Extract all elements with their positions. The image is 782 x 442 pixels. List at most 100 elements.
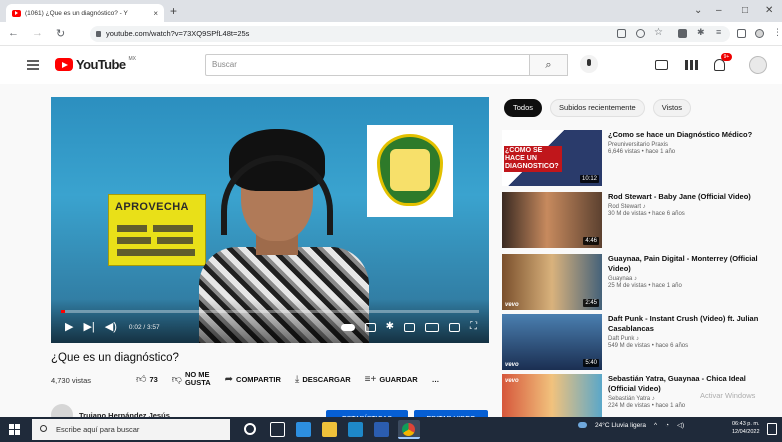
settings-gear-icon[interactable]: ✱ — [386, 320, 394, 334]
video-thumbnail[interactable]: vevo 5:40 — [502, 314, 602, 370]
autoplay-toggle[interactable] — [340, 323, 355, 331]
sign-line — [117, 237, 151, 244]
tab-close-button[interactable]: × — [153, 9, 158, 18]
video-thumbnail[interactable]: vevo 2:45 — [502, 254, 602, 310]
search-button[interactable]: ⌕ — [530, 54, 568, 76]
cast-icon[interactable] — [449, 322, 460, 332]
youtube-logo[interactable]: YouTube MX — [55, 55, 136, 72]
video-player[interactable]: APROVECHA ▶ ▶| ◀) 0:02 / 3:57 ✱ ⛶ — [51, 97, 489, 343]
download-button[interactable]: ⤓ DESCARGAR — [295, 374, 351, 385]
video-thumbnail[interactable]: vevo — [502, 374, 602, 417]
sign-line — [157, 237, 193, 244]
mail-icon[interactable] — [374, 422, 389, 437]
recommendation-item[interactable]: 4:46 Rod Stewart - Baby Jane (Official V… — [502, 192, 772, 250]
task-view-icon[interactable] — [270, 422, 285, 437]
create-video-icon[interactable] — [655, 60, 668, 70]
filter-chips: Todos Subidos recientemente Vistos — [504, 99, 692, 117]
more-actions-button[interactable]: … — [432, 375, 440, 384]
widgets-icon[interactable] — [296, 422, 311, 437]
chip-watched[interactable]: Vistos — [652, 99, 692, 117]
share-button[interactable]: ➦ COMPARTIR — [225, 374, 281, 385]
fullscreen-icon[interactable]: ⛶ — [470, 320, 477, 334]
recommendation-title[interactable]: ¿Como se hace un Diagnóstico Médico? — [608, 130, 770, 140]
dislike-label: NO ME GUSTA — [185, 371, 211, 387]
recommendation-info: ¿Como se hace un Diagnóstico Médico? Pre… — [608, 130, 770, 155]
install-app-icon[interactable] — [617, 29, 626, 38]
cortana-icon[interactable] — [244, 423, 256, 435]
like-count: 73 — [149, 374, 158, 384]
hamburger-menu-icon[interactable] — [27, 60, 39, 72]
chip-all[interactable]: Todos — [504, 99, 543, 117]
volume-tray-icon[interactable]: ◁) — [677, 421, 684, 429]
puzzle-icon[interactable]: ✱ — [697, 27, 705, 38]
video-actions: 👍︎ 73 👎︎ NO ME GUSTA ➦ COMPARTIR ⤓ DESCA… — [136, 371, 439, 387]
taskbar-search-input[interactable]: Escribe aquí para buscar — [32, 419, 230, 440]
chip-recent[interactable]: Subidos recientemente — [550, 99, 645, 117]
next-icon[interactable]: ▶| — [83, 320, 94, 334]
volume-icon[interactable]: ◀) — [105, 320, 117, 334]
recommendation-title[interactable]: Daft Punk - Instant Crush (Video) ft. Ju… — [608, 314, 770, 334]
file-explorer-icon[interactable] — [322, 422, 337, 437]
profile-icon[interactable] — [755, 29, 764, 38]
recommendation-title[interactable]: Guaynaa, Pain Digital - Monterrey (Offic… — [608, 254, 770, 274]
recommendation-info: Daft Punk - Instant Crush (Video) ft. Ju… — [608, 314, 770, 349]
video-progress-bar[interactable] — [61, 310, 479, 313]
recommendation-channel: Preuniversitario Praxis — [608, 142, 669, 148]
play-icon[interactable]: ▶ — [65, 320, 73, 334]
search-icon: ⌕ — [545, 59, 552, 71]
region-code: MX — [128, 55, 136, 62]
thumbnail-caption: ¿COMO SE HACE UN DIAGNOSTICO? — [504, 146, 562, 172]
weather-text[interactable]: 24°C Lluvia ligera — [595, 422, 646, 429]
recommendation-item[interactable]: ¿COMO SE HACE UN DIAGNOSTICO? 10:12 ¿Com… — [502, 130, 772, 188]
recommendation-meta: 549 M de vistas • hace 6 años — [608, 343, 689, 349]
recommendation-meta: 25 M de vistas • hace 1 año — [608, 283, 682, 289]
store-icon[interactable] — [348, 422, 363, 437]
video-duration: 4:46 — [583, 237, 599, 245]
maximize-button[interactable]: □ — [742, 5, 748, 16]
subtitles-icon[interactable] — [364, 322, 376, 332]
taskbar-clock[interactable]: 06:43 p. m. 12/04/2022 — [732, 420, 760, 436]
reading-list-icon[interactable]: ≡ — [716, 27, 721, 37]
reload-icon[interactable]: ↻ — [56, 27, 65, 40]
video-thumbnail[interactable]: 4:46 — [502, 192, 602, 248]
share-icon[interactable] — [636, 29, 645, 38]
account-avatar[interactable] — [749, 56, 767, 74]
theater-mode-icon[interactable] — [425, 322, 439, 332]
windows-start-icon[interactable] — [9, 424, 20, 435]
url-field[interactable]: youtube.com/watch?v=73XQ9SPfL48t=25s — [90, 26, 730, 42]
search-input[interactable]: Buscar — [205, 54, 530, 76]
save-label: GUARDAR — [379, 374, 418, 384]
browser-tab[interactable]: (1061) ¿Que es un diagnóstico? - Y × — [6, 4, 164, 22]
back-arrow-icon[interactable]: ← — [8, 27, 19, 39]
apps-grid-icon[interactable] — [685, 60, 698, 70]
minimize-button[interactable]: – — [716, 5, 722, 16]
bookmark-star-icon[interactable]: ☆ — [654, 27, 663, 38]
dislike-button[interactable]: 👎︎ NO ME GUSTA — [172, 371, 211, 387]
chrome-taskbar-app[interactable] — [398, 420, 420, 439]
side-panel-icon[interactable] — [737, 29, 746, 38]
close-window-button[interactable]: ✕ — [765, 5, 773, 16]
logo-text: YouTube — [76, 57, 126, 72]
address-bar-row: ← → ↻ youtube.com/watch?v=73XQ9SPfL48t=2… — [0, 22, 782, 46]
like-button[interactable]: 👍︎ 73 — [136, 373, 158, 385]
recommendation-item[interactable]: vevo 2:45 Guaynaa, Pain Digital - Monter… — [502, 254, 772, 312]
save-button[interactable]: ≡+ GUARDAR — [365, 374, 418, 385]
extension-icon[interactable] — [678, 29, 687, 38]
progress-fill — [61, 310, 66, 313]
network-icon[interactable]: ◔ — [665, 422, 669, 429]
video-thumbnail[interactable]: ¿COMO SE HACE UN DIAGNOSTICO? 10:12 — [502, 130, 602, 186]
new-tab-button[interactable]: + — [170, 4, 177, 18]
action-center-icon[interactable] — [767, 423, 777, 435]
recommendation-item[interactable]: vevo 5:40 Daft Punk - Instant Crush (Vid… — [502, 314, 772, 372]
url-text: youtube.com/watch?v=73XQ9SPfL48t=25s — [106, 29, 250, 38]
chevron-down-icon[interactable]: ⌄ — [694, 5, 702, 16]
weather-icon — [578, 422, 587, 428]
voice-search-mic-icon[interactable] — [580, 55, 598, 73]
lock-icon — [96, 31, 101, 37]
tray-chevron-icon[interactable]: ^ — [654, 422, 657, 429]
miniplayer-icon[interactable] — [404, 322, 415, 332]
browser-menu-icon[interactable]: ⋮ — [773, 27, 782, 38]
forward-arrow-icon[interactable]: → — [32, 27, 43, 39]
clock-time: 06:43 p. m. — [732, 421, 760, 427]
recommendation-title[interactable]: Rod Stewart - Baby Jane (Official Video) — [608, 192, 770, 202]
